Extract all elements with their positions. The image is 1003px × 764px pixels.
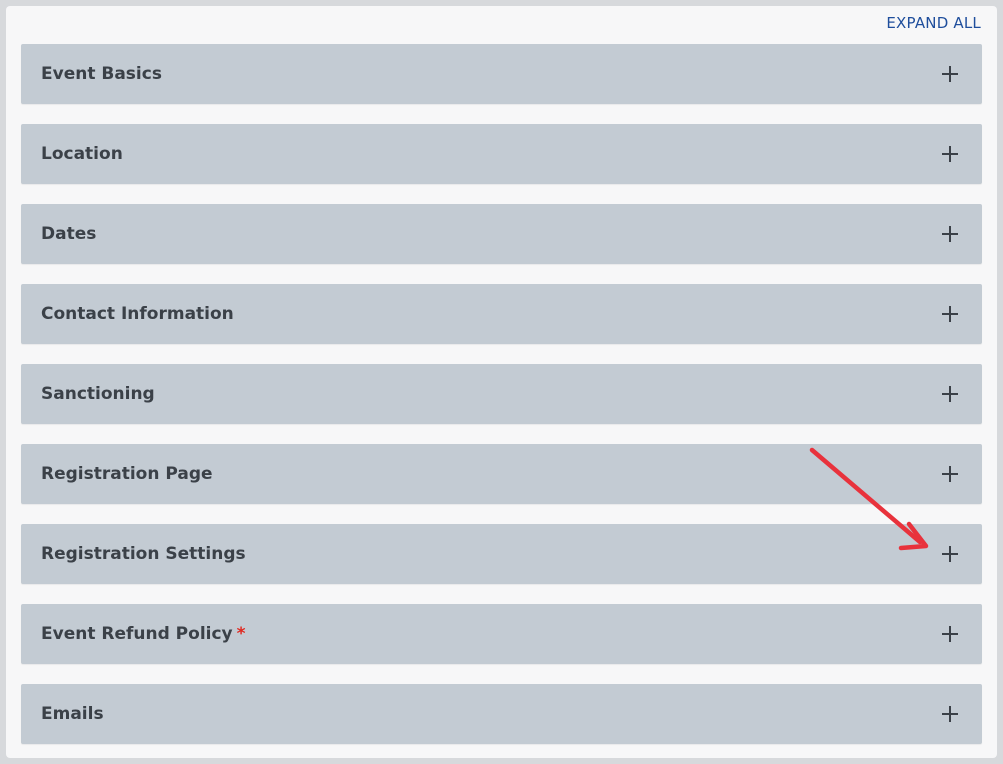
section-contact-information[interactable]: Contact Information: [21, 284, 982, 344]
plus-icon[interactable]: [942, 306, 958, 322]
section-event-basics[interactable]: Event Basics: [21, 44, 982, 104]
section-title: Dates: [41, 224, 96, 244]
section-dates[interactable]: Dates: [21, 204, 982, 264]
plus-icon[interactable]: [942, 546, 958, 562]
section-title: Sanctioning: [41, 384, 155, 404]
section-title: Location: [41, 144, 123, 164]
section-label: Event Refund Policy: [41, 624, 233, 644]
section-event-refund-policy[interactable]: Event Refund Policy *: [21, 604, 982, 664]
section-title: Event Basics: [41, 64, 162, 84]
section-title: Registration Page: [41, 464, 213, 484]
section-label: Contact Information: [41, 304, 234, 324]
expand-all-link[interactable]: EXPAND ALL: [886, 14, 981, 32]
section-title: Registration Settings: [41, 544, 246, 564]
section-label: Emails: [41, 704, 104, 724]
plus-icon[interactable]: [942, 66, 958, 82]
section-registration-page[interactable]: Registration Page: [21, 444, 982, 504]
plus-icon[interactable]: [942, 146, 958, 162]
section-label: Location: [41, 144, 123, 164]
section-title: Event Refund Policy *: [41, 624, 246, 644]
plus-icon[interactable]: [942, 706, 958, 722]
section-title: Contact Information: [41, 304, 234, 324]
accordion-sections: Event Basics Location Dates Contact Info…: [21, 44, 982, 764]
plus-icon[interactable]: [942, 626, 958, 642]
required-asterisk: *: [236, 624, 246, 644]
section-label: Sanctioning: [41, 384, 155, 404]
section-sanctioning[interactable]: Sanctioning: [21, 364, 982, 424]
plus-icon[interactable]: [942, 386, 958, 402]
section-registration-settings[interactable]: Registration Settings: [21, 524, 982, 584]
section-location[interactable]: Location: [21, 124, 982, 184]
section-label: Dates: [41, 224, 97, 244]
section-title: Emails: [41, 704, 104, 724]
section-label: Registration Page: [41, 464, 213, 484]
event-settings-panel: EXPAND ALL Event Basics Location Dates C…: [6, 6, 997, 758]
section-emails[interactable]: Emails: [21, 684, 982, 744]
plus-icon[interactable]: [942, 226, 958, 242]
section-label: Registration Settings: [41, 544, 246, 564]
section-label: Event Basics: [41, 64, 162, 84]
plus-icon[interactable]: [942, 466, 958, 482]
